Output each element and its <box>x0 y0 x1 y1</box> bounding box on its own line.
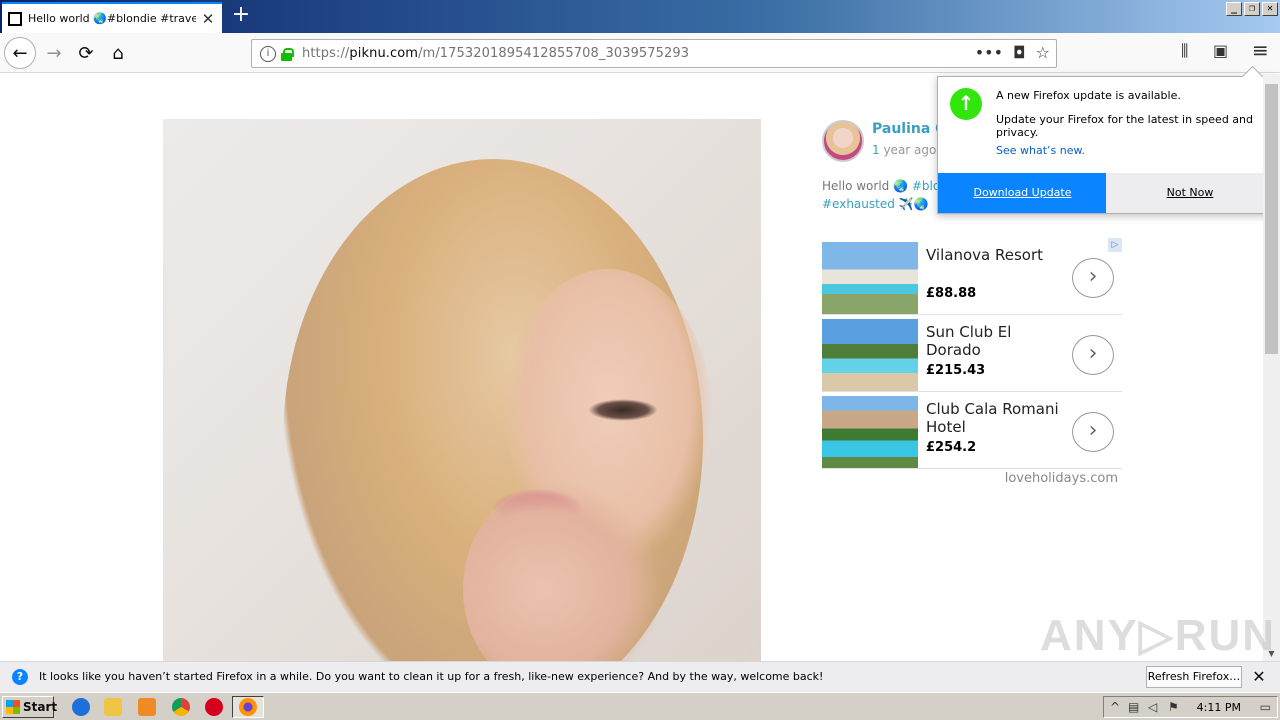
post-photo[interactable] <box>163 119 761 661</box>
active-tab[interactable]: Hello world 🌏#blondie #travel #n ✕ <box>2 2 222 33</box>
post-time-unit: year ago <box>879 143 937 157</box>
close-icon[interactable]: ✕ <box>1250 666 1268 688</box>
author-name[interactable]: Paulina C <box>872 121 945 137</box>
ad-thumbnail[interactable] <box>822 319 918 391</box>
url-path: /m/1753201895412855708_3039575293 <box>418 46 690 61</box>
scrollbar-thumb[interactable] <box>1265 84 1278 354</box>
navigation-toolbar: ← → ⟳ ⌂ i https://piknu.com/m/1753201895… <box>0 33 1280 73</box>
page-scrollbar[interactable]: ▼ <box>1263 74 1280 662</box>
url-host: piknu.com <box>349 46 419 61</box>
ad-item[interactable]: Vilanova Resort £88.88 › <box>822 238 1122 315</box>
new-tab-button[interactable]: + <box>230 4 252 28</box>
volume-icon[interactable]: ◁ <box>1148 700 1157 714</box>
page-favicon-icon <box>8 11 22 26</box>
url-scheme: https:// <box>302 46 350 61</box>
start-button[interactable]: Start <box>2 696 57 718</box>
file-explorer-icon[interactable] <box>104 698 122 716</box>
ad-title[interactable]: Club Cala Romani Hotel <box>926 400 1066 436</box>
media-player-icon[interactable] <box>138 698 156 716</box>
sidebar-icon[interactable]: ▣ <box>1213 41 1228 60</box>
photo-eye <box>588 399 658 421</box>
close-window-button[interactable]: ✕ <box>1262 2 1278 16</box>
download-update-button[interactable]: Download Update <box>938 173 1107 213</box>
tab-close-icon[interactable]: ✕ <box>200 10 216 28</box>
library-icon[interactable]: ⫼ <box>1181 41 1188 61</box>
bookmark-star-icon[interactable]: ☆ <box>1036 43 1050 62</box>
flag-icon[interactable]: ⚑ <box>1168 700 1179 714</box>
update-available-popup: ↑ A new Firefox update is available. Upd… <box>937 76 1275 214</box>
ad-source-link[interactable]: loveholidays.com <box>1005 471 1118 486</box>
secure-lock-icon[interactable] <box>281 47 294 61</box>
forward-button[interactable]: → <box>38 37 70 69</box>
notification-text: It looks like you haven’t started Firefo… <box>39 670 824 683</box>
home-button[interactable]: ⌂ <box>102 37 134 69</box>
tab-title: Hello world 🌏#blondie #travel #n <box>28 12 196 25</box>
question-icon: ? <box>12 669 28 685</box>
clock[interactable]: 4:11 PM <box>1197 701 1241 714</box>
maximize-button[interactable]: ❐ <box>1244 2 1260 16</box>
whats-new-link[interactable]: See what’s new. <box>996 144 1085 157</box>
back-button[interactable]: ← <box>4 37 36 69</box>
firefox-taskbar-button[interactable] <box>232 696 264 718</box>
page-actions-icon[interactable]: ••• <box>975 43 1003 62</box>
ad-price: £254.2 <box>926 440 977 455</box>
minimize-button[interactable]: _ <box>1226 2 1242 16</box>
author-avatar[interactable] <box>822 120 864 162</box>
chevron-right-icon[interactable]: › <box>1072 258 1114 298</box>
refresh-firefox-button[interactable]: Refresh Firefox… <box>1146 666 1242 688</box>
post-caption: Hello world 🌏 #blon #exhausted ✈️🌏 <box>822 177 942 213</box>
update-arrow-icon: ↑ <box>950 88 982 120</box>
caption-text: Hello world 🌏 <box>822 179 912 193</box>
ad-price: £88.88 <box>926 286 977 301</box>
firefox-icon <box>239 698 257 716</box>
refresh-notification-bar: ? It looks like you haven’t started Fire… <box>0 661 1280 692</box>
popup-title: A new Firefox update is available. <box>996 89 1181 102</box>
reload-button[interactable]: ⟳ <box>70 37 102 69</box>
caption-hashtag[interactable]: #exhausted ✈️🌏 <box>822 197 929 211</box>
popup-description: Update your Firefox for the latest in sp… <box>996 113 1254 139</box>
url-actions: ••• ◘ ☆ <box>975 43 1050 62</box>
ad-title[interactable]: Vilanova Resort <box>926 246 1066 264</box>
chrome-icon[interactable] <box>172 698 190 716</box>
window-controls: _ ❐ ✕ <box>1226 2 1278 16</box>
ad-thumbnail[interactable] <box>822 242 918 314</box>
url-text[interactable]: https://piknu.com/m/1753201895412855708_… <box>302 46 689 61</box>
ad-thumbnail[interactable] <box>822 396 918 468</box>
internet-explorer-icon[interactable] <box>72 698 90 716</box>
opera-icon[interactable] <box>205 698 223 716</box>
post-time: 1 year ago <box>872 143 936 157</box>
chevron-right-icon[interactable]: › <box>1072 412 1114 452</box>
ad-widget: ▷ Vilanova Resort £88.88 › Sun Club El D… <box>822 238 1122 486</box>
anyrun-watermark: ANY▷RUN <box>1040 611 1277 660</box>
site-info-icon[interactable]: i <box>260 45 276 62</box>
ad-price: £215.43 <box>926 363 986 378</box>
network-icon[interactable]: ▤ <box>1128 700 1139 714</box>
ad-title[interactable]: Sun Club El Dorado <box>926 323 1066 359</box>
not-now-button[interactable]: Not Now <box>1106 173 1274 213</box>
system-tray: ^ ▤ ◁ ⚑ 4:11 PM ▭ <box>1103 696 1278 718</box>
title-bar: Hello world 🌏#blondie #travel #n ✕ + _ ❐… <box>0 0 1280 33</box>
url-bar[interactable]: i https://piknu.com/m/175320189541285570… <box>251 39 1057 68</box>
show-desktop-icon[interactable]: ▭ <box>1260 700 1271 714</box>
pocket-icon[interactable]: ◘ <box>1013 43 1026 62</box>
tray-expand-icon[interactable]: ^ <box>1110 700 1120 714</box>
windows-taskbar: Start ^ ▤ ◁ ⚑ 4:11 PM ▭ <box>0 692 1280 720</box>
chevron-right-icon[interactable]: › <box>1072 335 1114 375</box>
ad-item[interactable]: Club Cala Romani Hotel £254.2 › <box>822 392 1122 469</box>
hamburger-menu-icon[interactable]: ≡ <box>1252 38 1269 62</box>
ad-item[interactable]: Sun Club El Dorado £215.43 › <box>822 315 1122 392</box>
post-time-number: 1 <box>872 143 880 157</box>
